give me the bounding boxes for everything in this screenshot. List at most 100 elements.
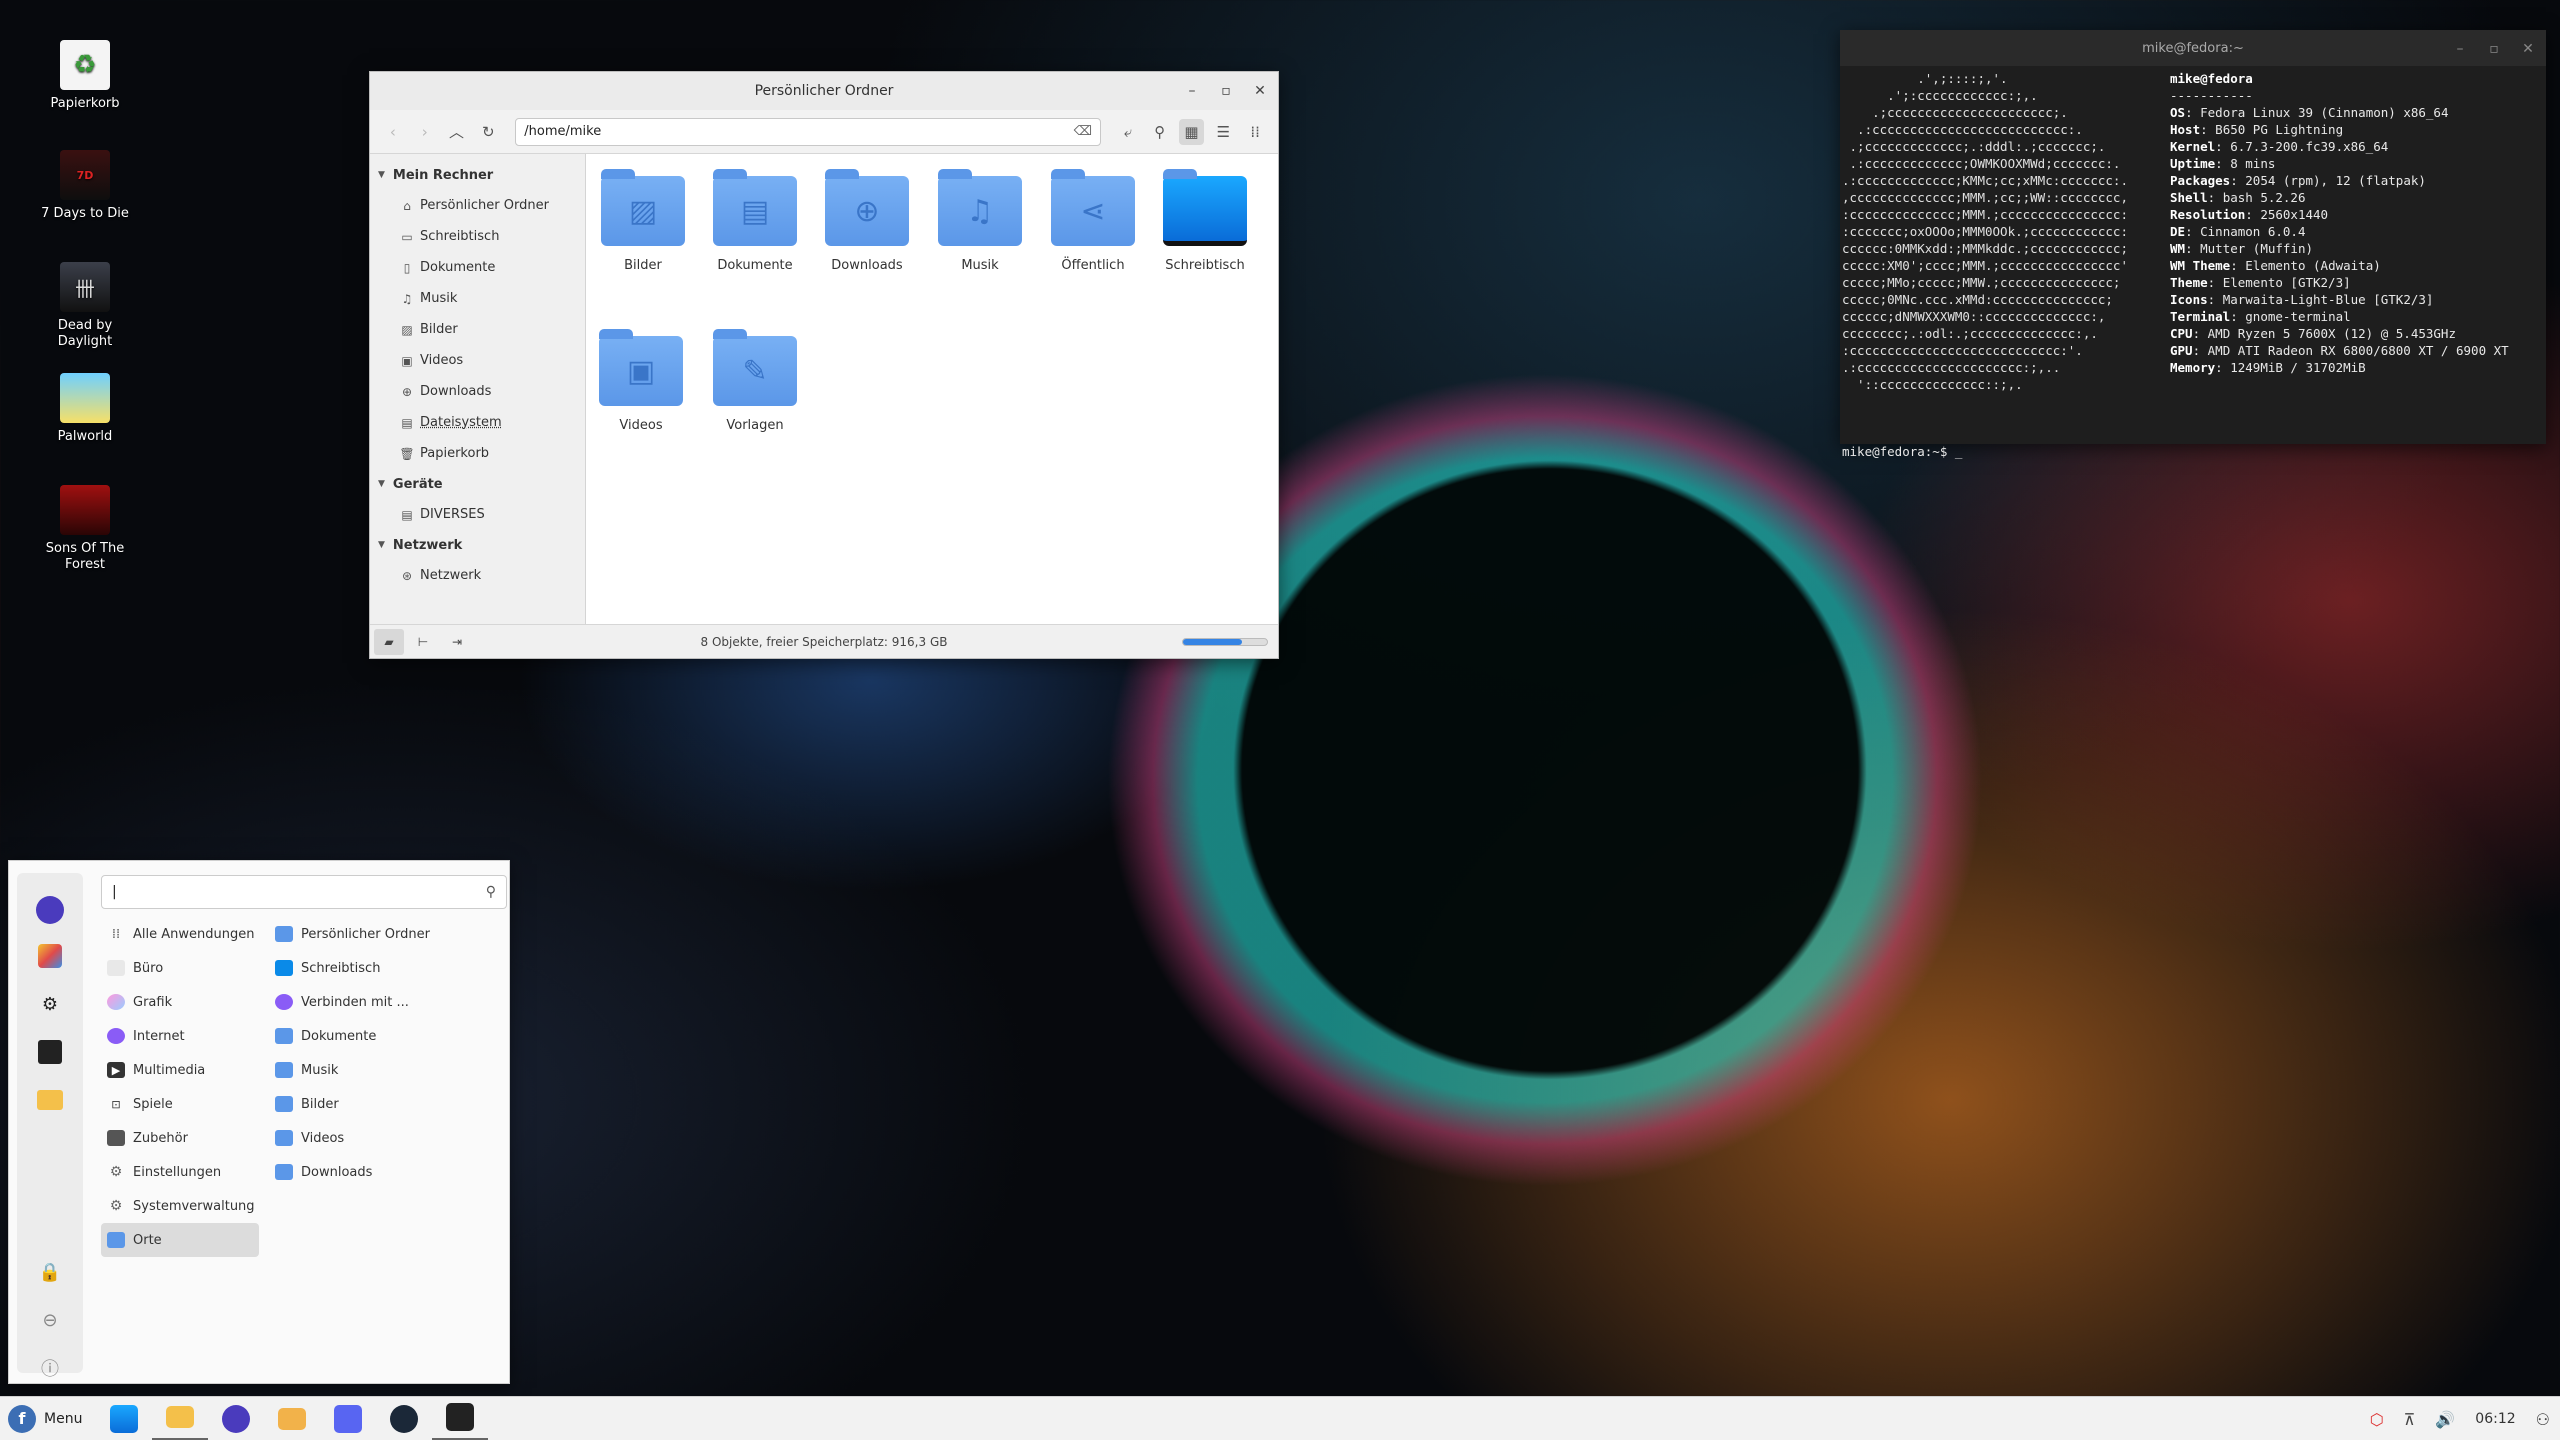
taskbar-steam[interactable] <box>376 1397 432 1440</box>
files-icon[interactable] <box>35 1085 65 1115</box>
icon-view-icon[interactable]: ▦ <box>1178 118 1205 145</box>
sidebar-item-filesystem[interactable]: ▤ Dateisystem <box>370 407 585 438</box>
maximize-icon[interactable]: ▫ <box>1216 83 1236 99</box>
sidebar-section-network[interactable]: ▼ Netzwerk <box>370 530 585 560</box>
folder-label: Videos <box>619 418 663 433</box>
category-office[interactable]: Büro <box>101 951 259 985</box>
place-connect[interactable]: Verbinden mit ... <box>269 985 430 1019</box>
list-view-icon[interactable]: ☰ <box>1210 119 1236 145</box>
category-games[interactable]: ⊡ Spiele <box>101 1087 259 1121</box>
desktop-icon-sons-of-the-forest[interactable]: Sons Of The Forest <box>30 485 140 573</box>
close-icon[interactable]: ✕ <box>1250 83 1270 99</box>
sidebar-item-desktop[interactable]: ▭ Schreibtisch <box>370 221 585 252</box>
sidebar-item-documents[interactable]: ▯ Dokumente <box>370 252 585 283</box>
desktop-icon-dead-by-daylight[interactable]: 卌 Dead by Daylight <box>30 262 140 350</box>
clear-location-icon[interactable]: ⌫ <box>1074 124 1092 139</box>
category-all-apps[interactable]: ⁞⁞ Alle Anwendungen <box>101 917 259 951</box>
sidebar-item-network[interactable]: ⊛ Netzwerk <box>370 560 585 591</box>
location-entry[interactable]: /home/mike ⌫ <box>515 117 1101 146</box>
terminal-content[interactable]: .',;::::;,'. .';:cccccccccccc:;,. .;cccc… <box>1840 66 2546 459</box>
desktop-icon-7-days-to-die[interactable]: 7D 7 Days to Die <box>30 150 140 222</box>
folder-bilder[interactable]: ▨ Bilder <box>588 169 698 273</box>
sidebar-item-diverses[interactable]: ▤ DIVERSES <box>370 499 585 530</box>
sidebar-section-my-computer[interactable]: ▼ Mein Rechner <box>370 160 585 190</box>
up-icon[interactable]: ︿ <box>444 119 470 145</box>
taskbar-discord[interactable] <box>320 1397 376 1440</box>
taskbar-media-writer[interactable] <box>208 1397 264 1440</box>
menu-button[interactable]: f Menu <box>0 1404 96 1433</box>
desktop-icon-label: Papierkorb <box>50 96 120 111</box>
taskbar-mail[interactable] <box>264 1397 320 1440</box>
toggle-location-icon[interactable]: ⤶ <box>1115 119 1141 145</box>
category-places[interactable]: Orte <box>101 1223 259 1257</box>
sidebar-item-downloads[interactable]: ⊕ Downloads <box>370 376 585 407</box>
settings-icon[interactable]: ⚙ <box>35 989 65 1019</box>
shell-prompt[interactable]: mike@fedora:~$ _ <box>1842 444 1962 459</box>
update-shield-icon[interactable]: ⬡ <box>2370 1410 2384 1429</box>
file-view[interactable]: ▨ Bilder ▤ Dokumente ⊕ Downloads ♫ Musik… <box>586 154 1278 624</box>
terminal-icon[interactable] <box>35 1037 65 1067</box>
place-videos[interactable]: Videos <box>269 1121 430 1155</box>
taskbar-files[interactable] <box>152 1397 208 1440</box>
folder-dokumente[interactable]: ▤ Dokumente <box>700 169 810 273</box>
place-music[interactable]: Musik <box>269 1053 430 1087</box>
mail-icon <box>278 1407 306 1430</box>
reload-icon[interactable]: ↻ <box>475 119 501 145</box>
category-multimedia[interactable]: ▶ Multimedia <box>101 1053 259 1087</box>
category-settings[interactable]: ⚙ Einstellungen <box>101 1155 259 1189</box>
close-icon[interactable]: ✕ <box>2518 41 2538 57</box>
category-accessories[interactable]: Zubehör <box>101 1121 259 1155</box>
compact-view-icon[interactable]: ⁞⁞ <box>1242 119 1268 145</box>
search-icon[interactable]: ⚲ <box>1147 119 1173 145</box>
sidebar-item-trash[interactable]: 🗑 Papierkorb <box>370 438 585 469</box>
minimize-icon[interactable]: – <box>2450 41 2470 57</box>
sidebar-item-home[interactable]: ⌂ Persönlicher Ordner <box>370 190 585 221</box>
desktop-icon-trash[interactable]: ♻ Papierkorb <box>30 40 140 112</box>
maximize-icon[interactable]: ▫ <box>2484 41 2504 57</box>
file-manager-titlebar[interactable]: Persönlicher Ordner – ▫ ✕ <box>370 72 1278 110</box>
lock-icon[interactable]: 🔒 <box>35 1257 65 1287</box>
sidebar-item-music[interactable]: ♫ Musik <box>370 283 585 314</box>
desktop-icon: ▭ <box>401 229 413 244</box>
info-line: DE: Cinnamon 6.0.4 <box>2170 223 2509 240</box>
place-pictures[interactable]: Bilder <box>269 1087 430 1121</box>
logout-icon[interactable]: ⊖ <box>35 1305 65 1335</box>
taskbar-terminal[interactable] <box>432 1397 488 1440</box>
software-store-icon[interactable] <box>35 941 65 971</box>
power-icon[interactable]: ⓘ <box>35 1353 65 1383</box>
category-graphics[interactable]: Grafik <box>101 985 259 1019</box>
info-key: Theme <box>2170 275 2208 290</box>
user-icon[interactable]: ⚇ <box>2536 1410 2550 1429</box>
place-home[interactable]: Persönlicher Ordner <box>269 917 430 951</box>
folder-musik[interactable]: ♫ Musik <box>925 169 1035 273</box>
category-internet[interactable]: Internet <box>101 1019 259 1053</box>
minimize-icon[interactable]: – <box>1182 83 1202 99</box>
terminal-titlebar[interactable]: mike@fedora:~ – ▫ ✕ <box>1840 30 2546 66</box>
sidebar-section-devices[interactable]: ▼ Geräte <box>370 469 585 499</box>
folder-oeffentlich[interactable]: ⋖ Öffentlich <box>1038 169 1148 273</box>
fedora-media-writer-icon[interactable] <box>35 895 65 925</box>
pictures-folder-icon: ▨ <box>601 169 685 246</box>
desktop-icon-palworld[interactable]: Palworld <box>30 373 140 445</box>
show-desktop-icon <box>110 1404 138 1433</box>
expander-icon: ▼ <box>378 170 385 180</box>
taskbar-show-desktop[interactable] <box>96 1397 152 1440</box>
place-documents[interactable]: Dokumente <box>269 1019 430 1053</box>
back-icon[interactable]: ‹ <box>380 119 406 145</box>
folder-videos[interactable]: ▣ Videos <box>586 329 696 433</box>
sidebar-item-videos[interactable]: ▣ Videos <box>370 345 585 376</box>
menu-search-input[interactable]: | ⚲ <box>101 875 507 909</box>
category-label: Zubehör <box>133 1130 188 1146</box>
folder-vorlagen[interactable]: ✎ Vorlagen <box>700 329 810 433</box>
category-administration[interactable]: ⚙ Systemverwaltung <box>101 1189 259 1223</box>
place-downloads[interactable]: Downloads <box>269 1155 430 1189</box>
clock[interactable]: 06:12 <box>2475 1411 2515 1427</box>
volume-icon[interactable]: 🔊 <box>2435 1410 2455 1429</box>
network-icon[interactable]: ⊼ <box>2404 1410 2416 1429</box>
sons-of-the-forest-icon <box>60 485 110 535</box>
folder-downloads[interactable]: ⊕ Downloads <box>812 169 922 273</box>
folder-schreibtisch[interactable]: Schreibtisch <box>1150 169 1260 273</box>
forward-icon[interactable]: › <box>412 119 438 145</box>
sidebar-item-pictures[interactable]: ▨ Bilder <box>370 314 585 345</box>
place-desktop[interactable]: Schreibtisch <box>269 951 430 985</box>
